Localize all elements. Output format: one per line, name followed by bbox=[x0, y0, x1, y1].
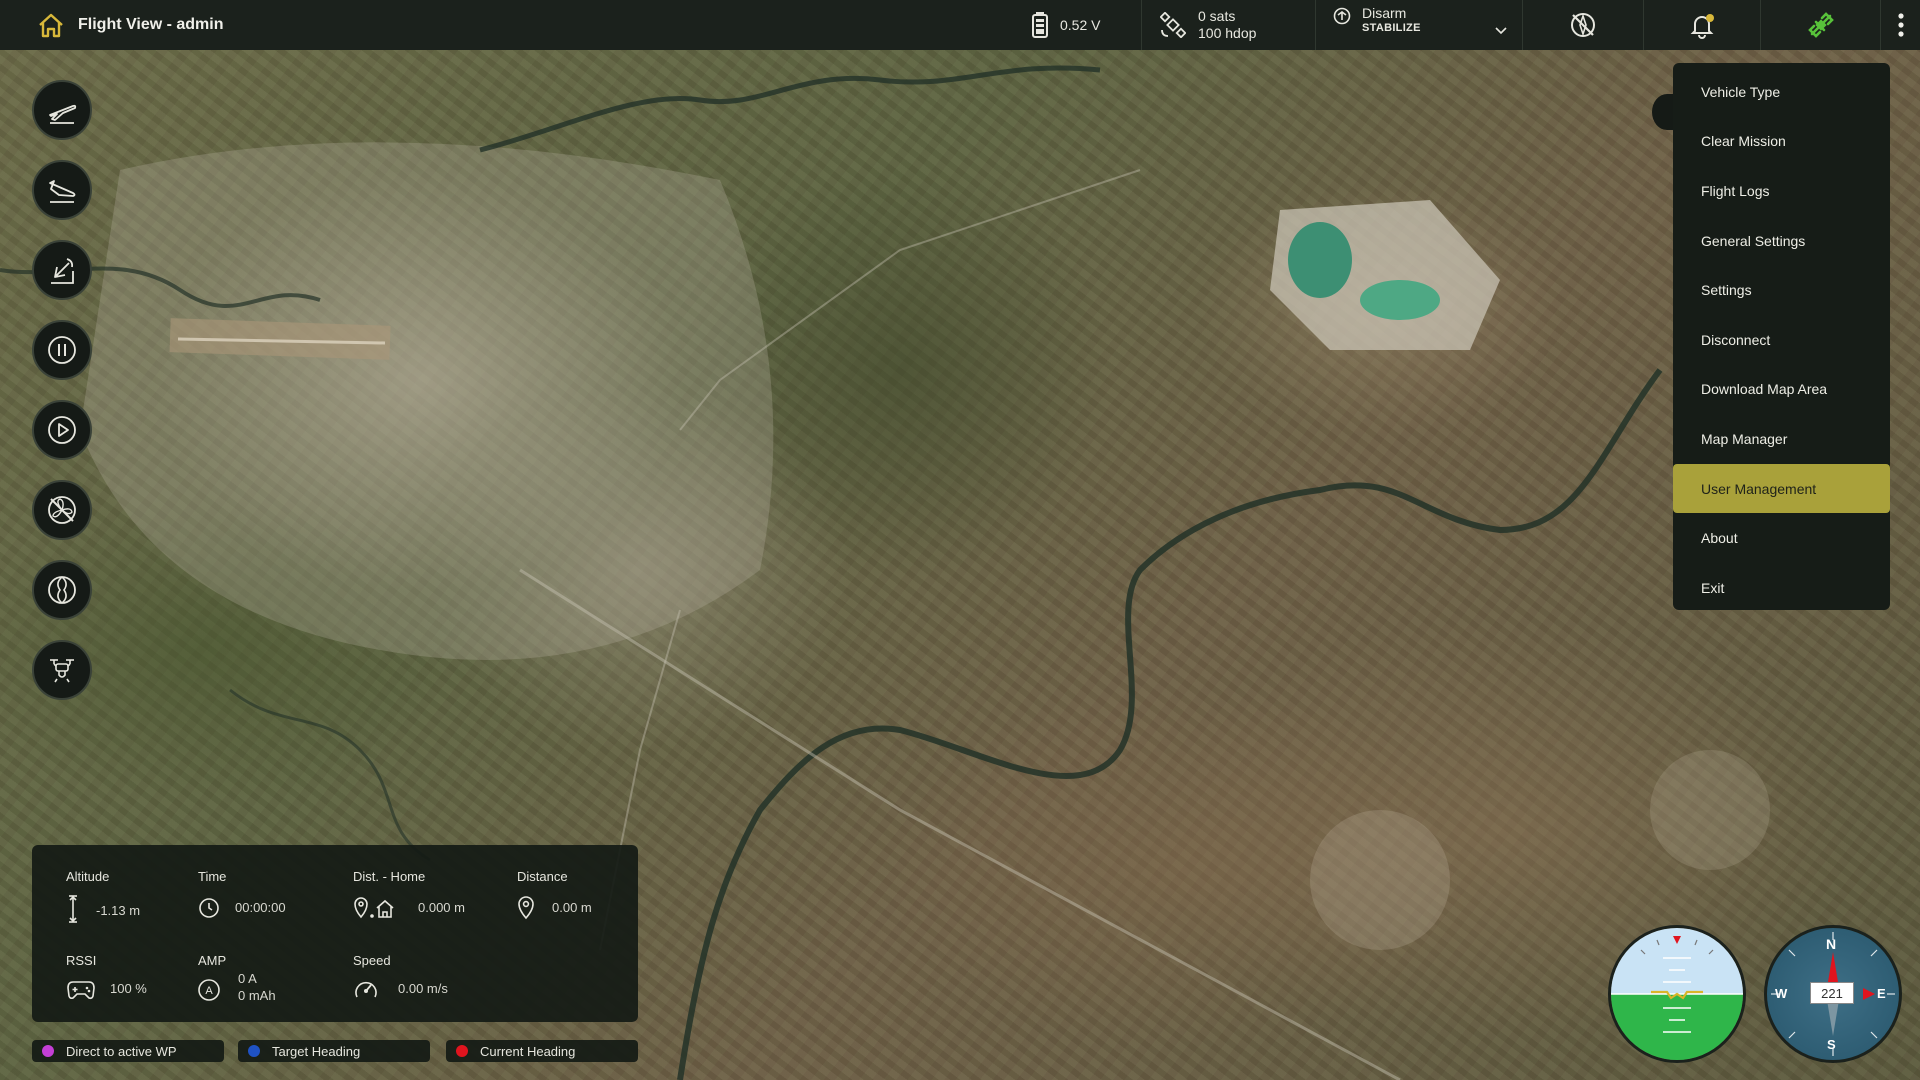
speedometer-icon bbox=[355, 981, 377, 998]
chevron-down-icon bbox=[1495, 27, 1507, 35]
flight-mode: STABILIZE bbox=[1362, 22, 1421, 34]
plug-connected-icon bbox=[1807, 12, 1834, 38]
bell-icon bbox=[1690, 14, 1714, 39]
legend-dot-red bbox=[456, 1045, 468, 1057]
compass-north: N bbox=[1826, 936, 1837, 952]
legend-dot-blue bbox=[248, 1045, 260, 1057]
battery-status: 0.52 V bbox=[1016, 0, 1141, 50]
location-icon bbox=[518, 896, 534, 920]
legend-dot-magenta bbox=[42, 1045, 54, 1057]
legend-target-heading: Target Heading bbox=[238, 1040, 430, 1062]
notifications-button[interactable] bbox=[1643, 0, 1760, 50]
amp-capacity: 0 mAh bbox=[238, 988, 276, 1003]
more-vertical-icon bbox=[1897, 13, 1904, 37]
play-button[interactable] bbox=[32, 400, 92, 460]
mode-text: Disarm STABILIZE bbox=[1362, 5, 1421, 34]
compass-south: S bbox=[1827, 1037, 1836, 1052]
menu-item-user-management[interactable]: User Management bbox=[1673, 463, 1890, 514]
compass-off-icon bbox=[1571, 13, 1595, 37]
altitude-value: -1.13 m bbox=[96, 903, 141, 918]
page-title: Flight View - admin bbox=[78, 16, 224, 33]
vehicle-button[interactable] bbox=[32, 640, 92, 700]
drone-icon bbox=[50, 659, 74, 683]
return-to-launch-icon bbox=[51, 258, 74, 284]
menu-item-settings[interactable]: Settings bbox=[1673, 265, 1890, 315]
brand: Flight View - admin bbox=[0, 0, 224, 50]
distance-label: Distance bbox=[517, 869, 568, 884]
satellite-icon bbox=[1160, 12, 1186, 38]
menu-item-vehicle-type[interactable]: Vehicle Type bbox=[1673, 67, 1890, 117]
menu-item-disconnect[interactable]: Disconnect bbox=[1673, 315, 1890, 365]
gamepad-icon bbox=[67, 981, 95, 1000]
propeller-icon bbox=[48, 576, 76, 604]
altitude-icon bbox=[69, 895, 77, 923]
heading-readout: 221 bbox=[1810, 982, 1854, 1004]
connection-button[interactable] bbox=[1760, 0, 1880, 50]
menu-item-exit[interactable]: Exit bbox=[1673, 563, 1890, 613]
legend-target-heading-label: Target Heading bbox=[272, 1043, 361, 1059]
compass-east: E bbox=[1877, 986, 1886, 1001]
gps-text: 0 sats 100 hdop bbox=[1198, 8, 1256, 42]
menu-item-map-manager[interactable]: Map Manager bbox=[1673, 414, 1890, 464]
arm-state: Disarm bbox=[1362, 5, 1407, 21]
dist-home-label: Dist. - Home bbox=[353, 869, 426, 884]
return-to-launch-button[interactable] bbox=[32, 240, 92, 300]
battery-voltage: 0.52 V bbox=[1060, 16, 1101, 33]
altitude-label: Altitude bbox=[66, 869, 110, 884]
calibration-button[interactable] bbox=[1522, 0, 1643, 50]
rssi-value: 100 % bbox=[110, 981, 147, 996]
compass-west: W bbox=[1775, 986, 1788, 1001]
top-bar: Flight View - admin 0.52 V 0 sats 100 hd… bbox=[0, 0, 1920, 50]
legend-direct-wp: Direct to active WP bbox=[32, 1040, 224, 1062]
land-icon bbox=[49, 180, 76, 203]
arm-icon bbox=[1333, 7, 1351, 25]
clock-icon bbox=[199, 898, 219, 918]
svg-text:A: A bbox=[205, 985, 213, 997]
disarm-button[interactable] bbox=[32, 480, 92, 540]
pause-icon bbox=[48, 336, 76, 364]
gps-hdop: 100 hdop bbox=[1198, 25, 1257, 41]
home-icon[interactable] bbox=[36, 10, 66, 40]
time-label: Time bbox=[198, 869, 227, 884]
distance-value: 0.00 m bbox=[552, 900, 592, 915]
menu-item-about[interactable]: About bbox=[1673, 513, 1890, 563]
menu-item-clear-mission[interactable]: Clear Mission bbox=[1673, 117, 1890, 167]
amp-current: 0 A bbox=[238, 971, 257, 986]
attitude-indicator bbox=[1608, 925, 1746, 1063]
menu-item-download-map-area[interactable]: Download Map Area bbox=[1673, 365, 1890, 415]
rssi-label: RSSI bbox=[66, 953, 97, 968]
land-button[interactable] bbox=[32, 160, 92, 220]
more-menu-button[interactable] bbox=[1880, 0, 1920, 50]
gps-status: 0 sats 100 hdop bbox=[1141, 0, 1315, 50]
compass: N S E W 221 bbox=[1764, 925, 1902, 1063]
battery-icon bbox=[1032, 12, 1048, 38]
dist-home-value: 0.000 m bbox=[418, 900, 465, 915]
speed-value: 0.00 m/s bbox=[398, 981, 448, 996]
more-menu: Vehicle Type Clear Mission Flight Logs G… bbox=[1673, 63, 1890, 610]
time-value: 00:00:00 bbox=[235, 900, 286, 915]
telemetry-panel: Altitude -1.13 m Time 00:00:00 Dist. - H… bbox=[32, 845, 638, 1022]
speed-label: Speed bbox=[353, 953, 391, 968]
legend-current-heading: Current Heading bbox=[446, 1040, 638, 1062]
legend-current-heading-label: Current Heading bbox=[480, 1043, 576, 1059]
gps-sats: 0 sats bbox=[1198, 8, 1236, 24]
no-propeller-icon bbox=[48, 496, 76, 524]
amp-label: AMP bbox=[198, 953, 227, 968]
takeoff-icon bbox=[49, 104, 77, 124]
arm-button[interactable] bbox=[32, 560, 92, 620]
ampere-icon: A bbox=[198, 979, 220, 1001]
play-icon bbox=[48, 416, 76, 444]
attitude-face bbox=[1611, 928, 1743, 1060]
location-home-icon bbox=[354, 897, 394, 919]
takeoff-button[interactable] bbox=[32, 80, 92, 140]
flight-mode-select[interactable]: Disarm STABILIZE bbox=[1315, 0, 1522, 50]
menu-item-general-settings[interactable]: General Settings bbox=[1673, 216, 1890, 266]
legend-direct-wp-label: Direct to active WP bbox=[66, 1043, 177, 1059]
pause-button[interactable] bbox=[32, 320, 92, 380]
menu-item-flight-logs[interactable]: Flight Logs bbox=[1673, 166, 1890, 216]
